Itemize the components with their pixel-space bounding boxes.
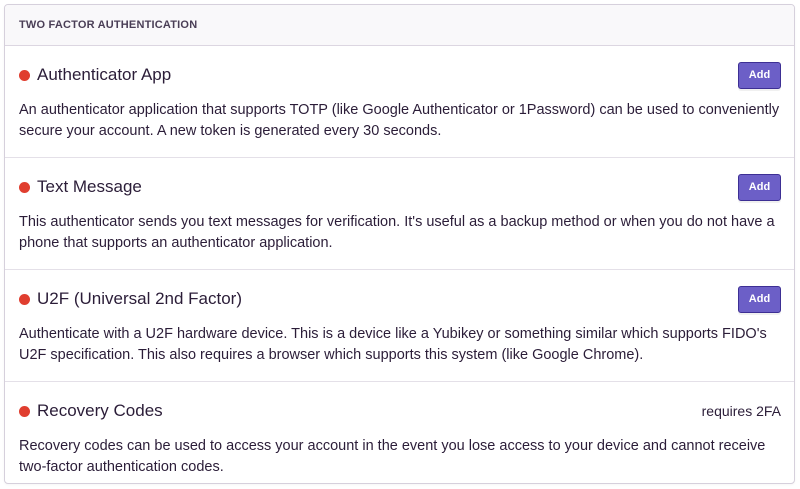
method-row-recovery-codes: Recovery Codes requires 2FA Recovery cod… xyxy=(5,382,794,483)
status-disabled-icon xyxy=(19,405,30,417)
panel-title: TWO FACTOR AUTHENTICATION xyxy=(19,19,198,31)
add-text-message-button[interactable]: Add xyxy=(738,173,781,201)
status-disabled-icon xyxy=(19,293,30,305)
requires-2fa-note: requires 2FA xyxy=(701,403,781,419)
method-title: U2F (Universal 2nd Factor) xyxy=(37,289,243,308)
status-disabled-icon xyxy=(19,181,30,193)
status-disabled-icon xyxy=(19,69,30,81)
method-row-text-message: Text Message Add This authenticator send… xyxy=(5,158,794,270)
method-description: Authenticate with a U2F hardware device.… xyxy=(19,326,767,363)
method-title: Text Message xyxy=(37,177,142,196)
add-u2f-button[interactable]: Add xyxy=(738,285,781,313)
method-title: Recovery Codes xyxy=(37,401,163,420)
add-authenticator-app-button[interactable]: Add xyxy=(738,61,781,89)
method-description: Recovery codes can be used to access you… xyxy=(19,438,766,475)
method-row-authenticator-app: Authenticator App Add An authenticator a… xyxy=(5,46,794,158)
method-description: An authenticator application that suppor… xyxy=(19,102,780,139)
panel-header: TWO FACTOR AUTHENTICATION xyxy=(5,5,794,46)
method-title: Authenticator App xyxy=(37,65,172,84)
method-row-u2f: U2F (Universal 2nd Factor) Add Authentic… xyxy=(5,270,794,382)
method-description: This authenticator sends you text messag… xyxy=(19,214,775,251)
two-factor-panel: TWO FACTOR AUTHENTICATION Authenticator … xyxy=(4,4,795,484)
